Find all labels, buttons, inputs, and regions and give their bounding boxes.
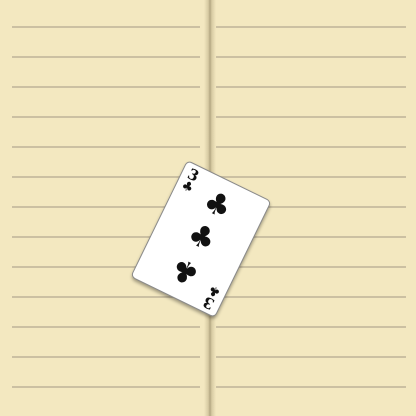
left-page-margin <box>0 0 12 416</box>
game-board: 3 ♣ ♣ ♣ ♣ 3 ♣ <box>0 0 416 416</box>
right-page-margin <box>406 0 416 416</box>
card-corner-top: 3 ♣ <box>177 165 203 197</box>
